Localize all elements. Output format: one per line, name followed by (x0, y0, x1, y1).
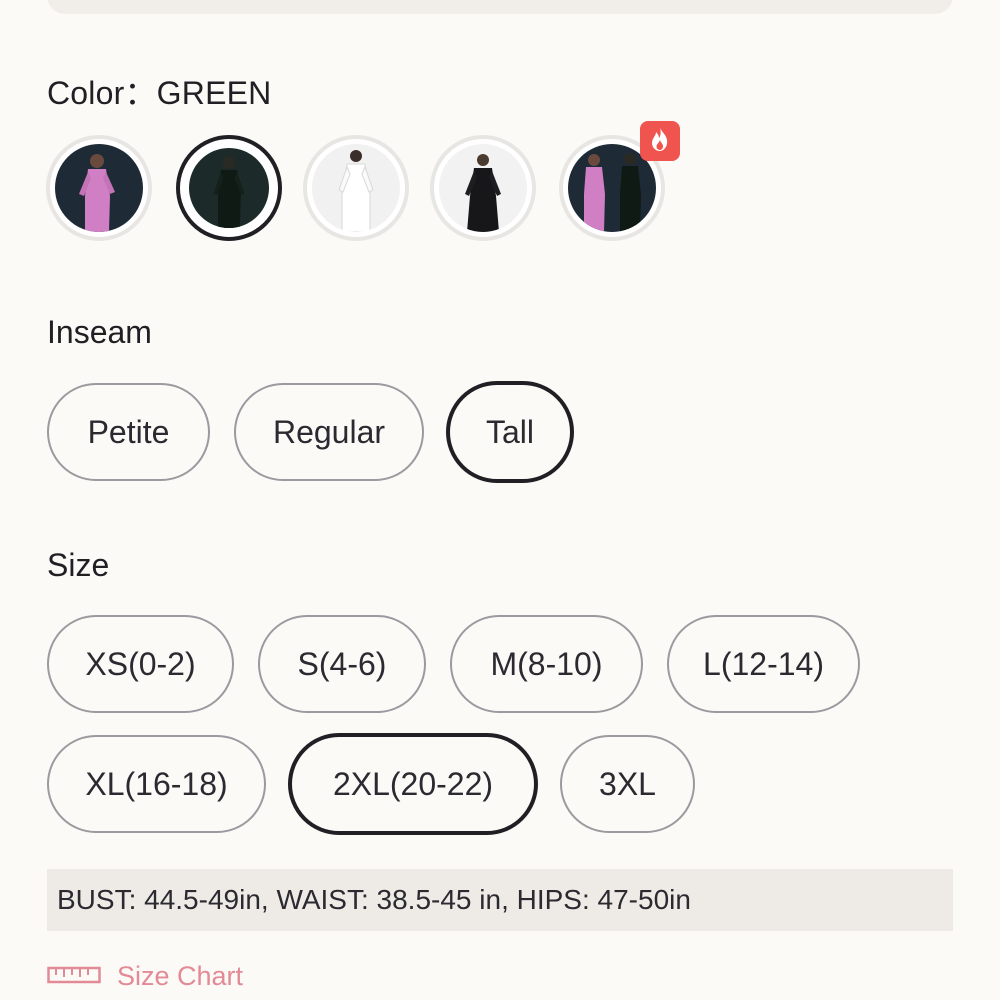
size-option-label: S(4-6) (297, 645, 387, 682)
size-option-xl[interactable]: XL(16-18) (47, 735, 266, 833)
size-option-m[interactable]: M(8-10) (450, 615, 643, 713)
size-option-s[interactable]: S(4-6) (258, 615, 426, 713)
size-option-label: L(12-14) (703, 645, 824, 682)
size-option-label: XS(0-2) (85, 645, 196, 682)
size-chart-label: Size Chart (117, 960, 244, 991)
size-option-3xl[interactable]: 3XL (560, 735, 695, 833)
product-options: Color：GREEN Inseam Petite Regular Tall S… (0, 0, 1000, 1000)
size-option-l[interactable]: L(12-14) (667, 615, 860, 713)
inseam-option-regular[interactable]: Regular (234, 383, 424, 481)
inseam-option-label: Regular (272, 413, 386, 450)
fire-icon (648, 126, 672, 157)
previous-section-edge (47, 0, 953, 14)
swatch-pink[interactable] (46, 135, 152, 241)
swatch-white[interactable] (303, 135, 409, 241)
swatch-black-image (439, 144, 527, 232)
swatch-green[interactable] (176, 135, 282, 241)
color-value: GREEN (156, 75, 272, 111)
hot-badge (640, 121, 680, 161)
inseam-option-label: Petite (87, 413, 170, 450)
swatch-black[interactable] (430, 135, 536, 241)
swatch-pink-image (55, 144, 143, 232)
swatch-green-image (186, 145, 272, 231)
measurements-text: BUST: 44.5-49in, WAIST: 38.5-45 in, HIPS… (57, 884, 691, 915)
color-label: Color： (47, 75, 157, 111)
inseam-option-petite[interactable]: Petite (47, 383, 210, 481)
inseam-title: Inseam (47, 314, 152, 350)
ruler-icon (47, 961, 101, 992)
swatch-white-image (312, 144, 400, 232)
size-option-2xl[interactable]: 2XL(20-22) (288, 733, 538, 835)
size-option-label: 2XL(20-22) (332, 765, 494, 802)
size-option-label: XL(16-18) (85, 765, 228, 802)
inseam-option-label: Tall (485, 413, 534, 450)
color-heading: Color：GREEN (47, 68, 271, 114)
size-chart-link[interactable]: Size Chart (47, 956, 243, 996)
size-title: Size (47, 547, 110, 583)
size-measurements: BUST: 44.5-49in, WAIST: 38.5-45 in, HIPS… (47, 869, 953, 931)
size-option-xs[interactable]: XS(0-2) (47, 615, 234, 713)
size-option-label: M(8-10) (490, 645, 603, 682)
size-option-label: 3XL (599, 765, 656, 802)
inseam-option-tall[interactable]: Tall (446, 381, 574, 483)
